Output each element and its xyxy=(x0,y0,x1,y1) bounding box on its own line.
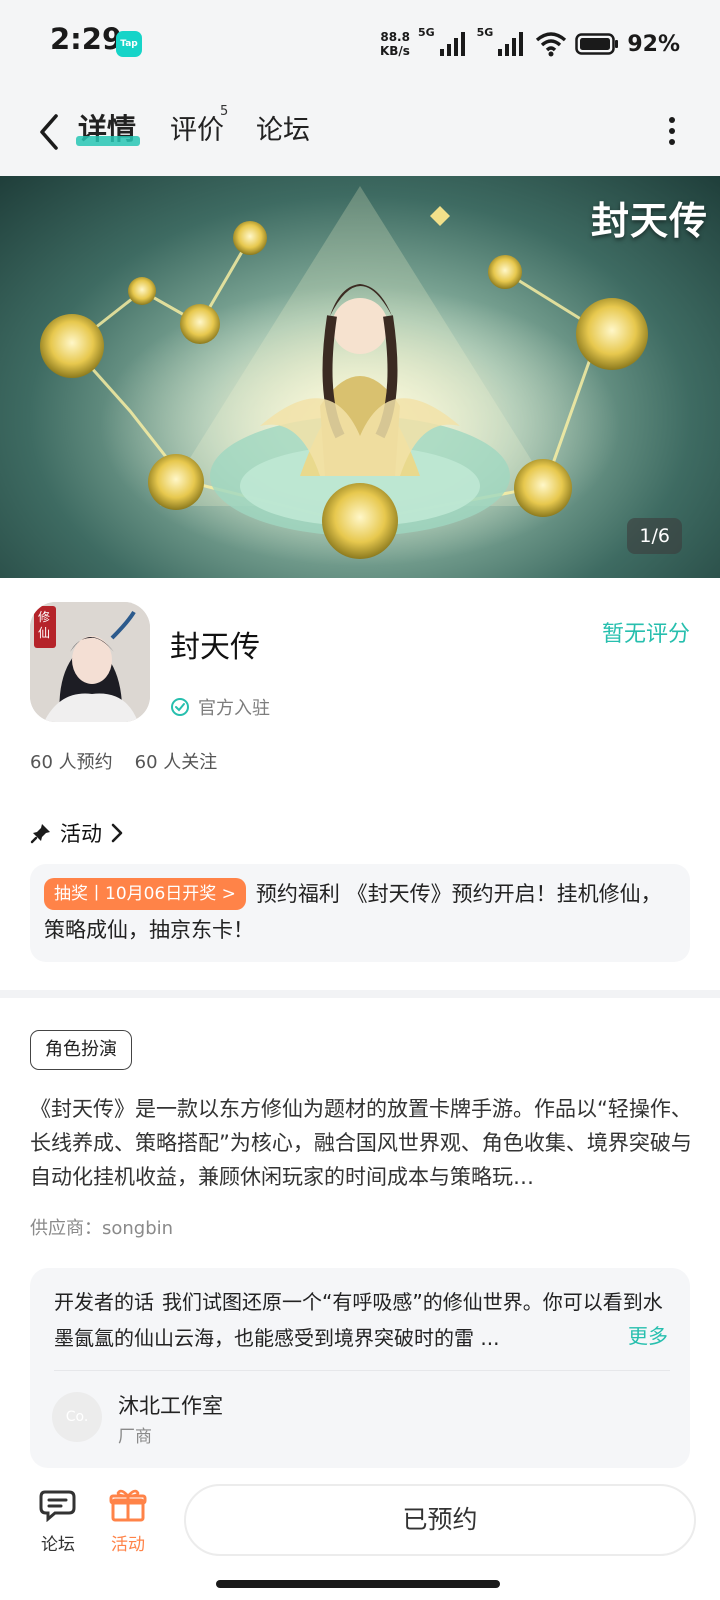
developer-name[interactable]: 沐北工作室 xyxy=(118,1390,223,1420)
forum-button[interactable]: 论坛 xyxy=(28,1488,88,1555)
home-indicator[interactable] xyxy=(216,1580,500,1588)
network-type-2: 5G xyxy=(476,26,494,39)
activity-card[interactable]: 抽奖丨10月06日开奖 > 预约福利 《封天传》预约开启！挂机修仙，策略成仙，抽京… xyxy=(30,864,690,962)
genre-tag[interactable]: 角色扮演 xyxy=(30,1030,132,1070)
gift-icon xyxy=(109,1489,147,1522)
signal-icon xyxy=(439,32,465,56)
section-divider xyxy=(0,990,720,998)
top-nav-bar: 详情 评价 论坛 xyxy=(0,88,720,176)
status-indicators: 88.8 KB/s 5G 5G 92% xyxy=(380,24,680,64)
app-detail-page: 2:29 Tap 88.8 KB/s 5G 5G 92% 详情 评价 论坛 5 … xyxy=(0,0,720,1600)
reviews-count-badge: 5 xyxy=(220,104,229,119)
app-icon: 修仙 xyxy=(30,602,150,722)
lottery-badge[interactable]: 抽奖丨10月06日开奖 > xyxy=(44,878,246,910)
network-type-1: 5G xyxy=(417,26,435,39)
reservation-count: 60 人预约 xyxy=(30,752,113,773)
follower-count: 60 人关注 xyxy=(134,752,218,773)
more-options-icon[interactable] xyxy=(668,116,676,146)
tab-reviews[interactable]: 评价 xyxy=(170,108,224,147)
activity-card-text: 抽奖丨10月06日开奖 > 预约福利 《封天传》预约开启！挂机修仙，策略成仙，抽京… xyxy=(44,876,676,948)
bottom-action-bar: 论坛 活动 已预约 xyxy=(0,1470,720,1600)
pin-icon xyxy=(30,824,50,844)
activity-button[interactable]: 活动 xyxy=(98,1488,158,1555)
tab-forum[interactable]: 论坛 xyxy=(256,108,310,147)
tap-app-icon: Tap xyxy=(116,31,142,57)
activity-section-header[interactable]: 活动 xyxy=(30,818,124,848)
card-divider xyxy=(54,1370,670,1371)
active-tab-indicator xyxy=(76,136,140,146)
wifi-icon xyxy=(536,32,567,57)
verified-check-icon xyxy=(171,698,189,716)
signal-icon xyxy=(498,32,524,56)
official-label: 官方入驻 xyxy=(198,698,270,719)
developer-avatar[interactable]: Co. xyxy=(52,1392,102,1442)
network-speed: 88.8 KB/s xyxy=(379,30,410,58)
back-arrow-icon[interactable] xyxy=(30,110,70,154)
activity-title: 活动 xyxy=(60,822,102,846)
activity-label: 活动 xyxy=(111,1535,145,1555)
chevron-right-icon xyxy=(111,823,123,843)
developer-role: 厂商 xyxy=(118,1427,152,1447)
battery-percent: 92% xyxy=(627,31,680,57)
official-badge: 官方入驻 xyxy=(170,694,270,720)
status-time: 2:29 xyxy=(50,22,123,56)
developer-note: 开发者的话 我们试图还原一个“有呼吸感”的修仙世界。你可以看到水墨氤氲的仙山云海，… xyxy=(54,1284,670,1356)
status-bar: 2:29 Tap 88.8 KB/s 5G 5G 92% xyxy=(0,0,720,88)
app-icon-badge: 修仙 xyxy=(38,610,51,640)
developer-note-label: 开发者的话 xyxy=(54,1290,154,1314)
game-logo: 封天传 xyxy=(590,198,708,243)
battery-icon xyxy=(575,33,619,55)
developer-note-card: 开发者的话 我们试图还原一个“有呼吸感”的修仙世界。你可以看到水墨氤氲的仙山云海，… xyxy=(30,1268,690,1468)
game-description[interactable]: 《封天传》是一款以东方修仙为题材的放置卡牌手游。作品以“轻操作、长线养成、策略搭… xyxy=(30,1092,694,1194)
app-stats: 60 人预约 60 人关注 xyxy=(30,748,217,774)
more-link[interactable]: 更多 xyxy=(622,1320,668,1349)
media-carousel[interactable]: 封天传 1/6 xyxy=(0,176,720,578)
reserved-button[interactable]: 已预约 xyxy=(184,1484,696,1556)
supplier-info: 供应商：songbin xyxy=(30,1218,174,1239)
carousel-counter: 1/6 xyxy=(627,518,682,554)
rating-status: 暂无评分 xyxy=(601,622,690,647)
app-title: 封天传 xyxy=(170,630,260,665)
forum-chat-icon xyxy=(39,1490,76,1523)
forum-label: 论坛 xyxy=(41,1535,75,1555)
